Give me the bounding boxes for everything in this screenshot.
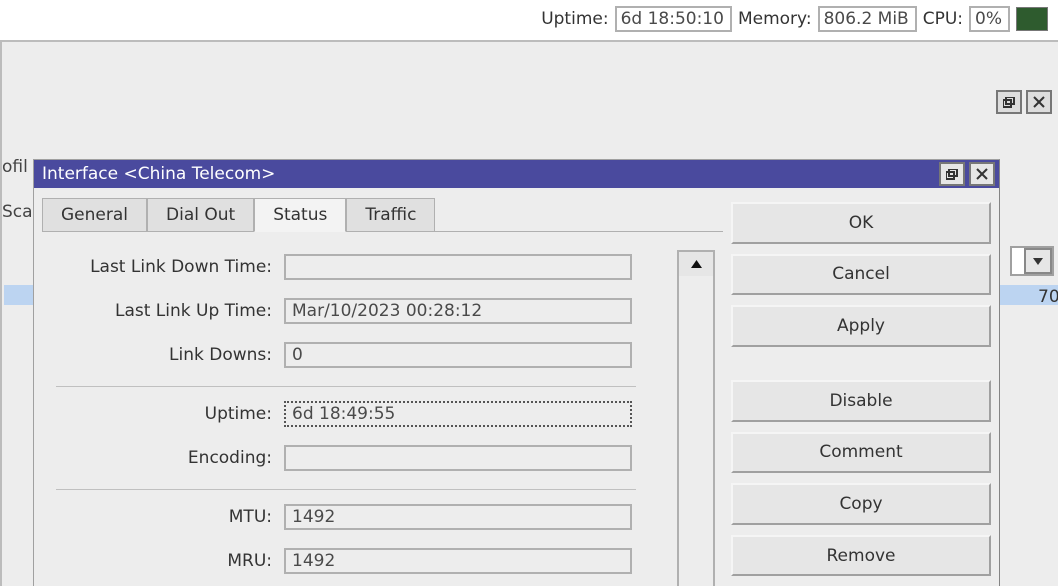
bg-window-restore-button[interactable]: [996, 90, 1022, 114]
value-mru: 1492: [284, 548, 632, 574]
action-buttons: OK Cancel Apply Disable Comment Copy Rem…: [723, 188, 999, 586]
tab-status[interactable]: Status: [254, 198, 346, 232]
memory-value: 806.2 MiB: [818, 6, 917, 32]
apply-button[interactable]: Apply: [731, 305, 991, 347]
label-mtu: MTU:: [42, 507, 272, 527]
tab-traffic[interactable]: Traffic: [346, 198, 435, 232]
value-encoding: [284, 445, 632, 471]
dialog-titlebar[interactable]: Interface <China Telecom>: [34, 160, 999, 188]
tab-content-status: Last Link Down Time: Last Link Up Time: …: [42, 231, 723, 586]
dialog-body: General Dial Out Status Traffic Last Lin…: [34, 188, 999, 586]
cpu-meter-icon: [1016, 7, 1048, 31]
cancel-button[interactable]: Cancel: [731, 254, 991, 296]
row-last-link-up-time: Last Link Up Time: Mar/10/2023 00:28:12: [42, 298, 715, 324]
cropped-text-1: ofil: [2, 157, 28, 177]
row-last-link-down-time: Last Link Down Time:: [42, 254, 715, 280]
disable-button[interactable]: Disable: [731, 380, 991, 422]
restore-icon: [946, 169, 958, 180]
label-uptime: Uptime:: [42, 404, 272, 424]
ok-button[interactable]: OK: [731, 202, 991, 244]
chevron-down-icon[interactable]: [1024, 248, 1052, 274]
label-mru: MRU:: [42, 551, 272, 571]
bg-window-controls: [996, 90, 1052, 114]
tab-strip: General Dial Out Status Traffic: [42, 196, 723, 232]
row-uptime: Uptime: 6d 18:49:55: [42, 401, 715, 427]
value-last-link-down-time: [284, 254, 632, 280]
scroll-up-button[interactable]: [679, 252, 713, 276]
value-mtu: 1492: [284, 504, 632, 530]
cpu-value: 0%: [969, 6, 1010, 32]
cpu-label: CPU:: [923, 9, 963, 29]
divider: [56, 386, 636, 387]
tab-area: General Dial Out Status Traffic Last Lin…: [34, 188, 723, 586]
memory-label: Memory:: [738, 9, 812, 29]
row-mtu: MTU: 1492: [42, 504, 715, 530]
row-encoding: Encoding:: [42, 445, 715, 471]
uptime-value: 6d 18:50:10: [615, 6, 732, 32]
copy-button[interactable]: Copy: [731, 483, 991, 525]
value-uptime: 6d 18:49:55: [284, 401, 632, 427]
dialog-restore-button[interactable]: [939, 162, 965, 186]
value-last-link-up-time: Mar/10/2023 00:28:12: [284, 298, 632, 324]
bg-combo[interactable]: [1010, 246, 1054, 276]
divider: [56, 489, 636, 490]
interface-dialog: Interface <China Telecom> General Dial O…: [33, 159, 1000, 586]
tab-general[interactable]: General: [42, 198, 147, 232]
remove-button[interactable]: Remove: [731, 535, 991, 577]
close-icon: [976, 168, 988, 180]
row-link-downs: Link Downs: 0: [42, 342, 715, 368]
close-icon: [1033, 96, 1045, 108]
tab-dial-out[interactable]: Dial Out: [147, 198, 254, 232]
cropped-text-right: 70: [1038, 287, 1058, 307]
workspace: ofil Sca 70 Interface <China Telecom>: [0, 40, 1058, 586]
uptime-label: Uptime:: [541, 9, 608, 29]
chevron-up-icon: [691, 260, 702, 268]
comment-button[interactable]: Comment: [731, 432, 991, 474]
scrollbar[interactable]: [677, 250, 715, 586]
label-encoding: Encoding:: [42, 448, 272, 468]
dialog-close-button[interactable]: [969, 162, 995, 186]
label-link-downs: Link Downs:: [42, 345, 272, 365]
bg-window-close-button[interactable]: [1026, 90, 1052, 114]
label-last-link-up-time: Last Link Up Time:: [42, 301, 272, 321]
cropped-text-2: Sca: [2, 202, 28, 222]
row-mru: MRU: 1492: [42, 548, 715, 574]
restore-icon: [1003, 97, 1015, 108]
value-link-downs: 0: [284, 342, 632, 368]
status-bar: Uptime: 6d 18:50:10 Memory: 806.2 MiB CP…: [541, 6, 1048, 32]
dialog-title: Interface <China Telecom>: [42, 164, 939, 184]
label-last-link-down-time: Last Link Down Time:: [42, 257, 272, 277]
